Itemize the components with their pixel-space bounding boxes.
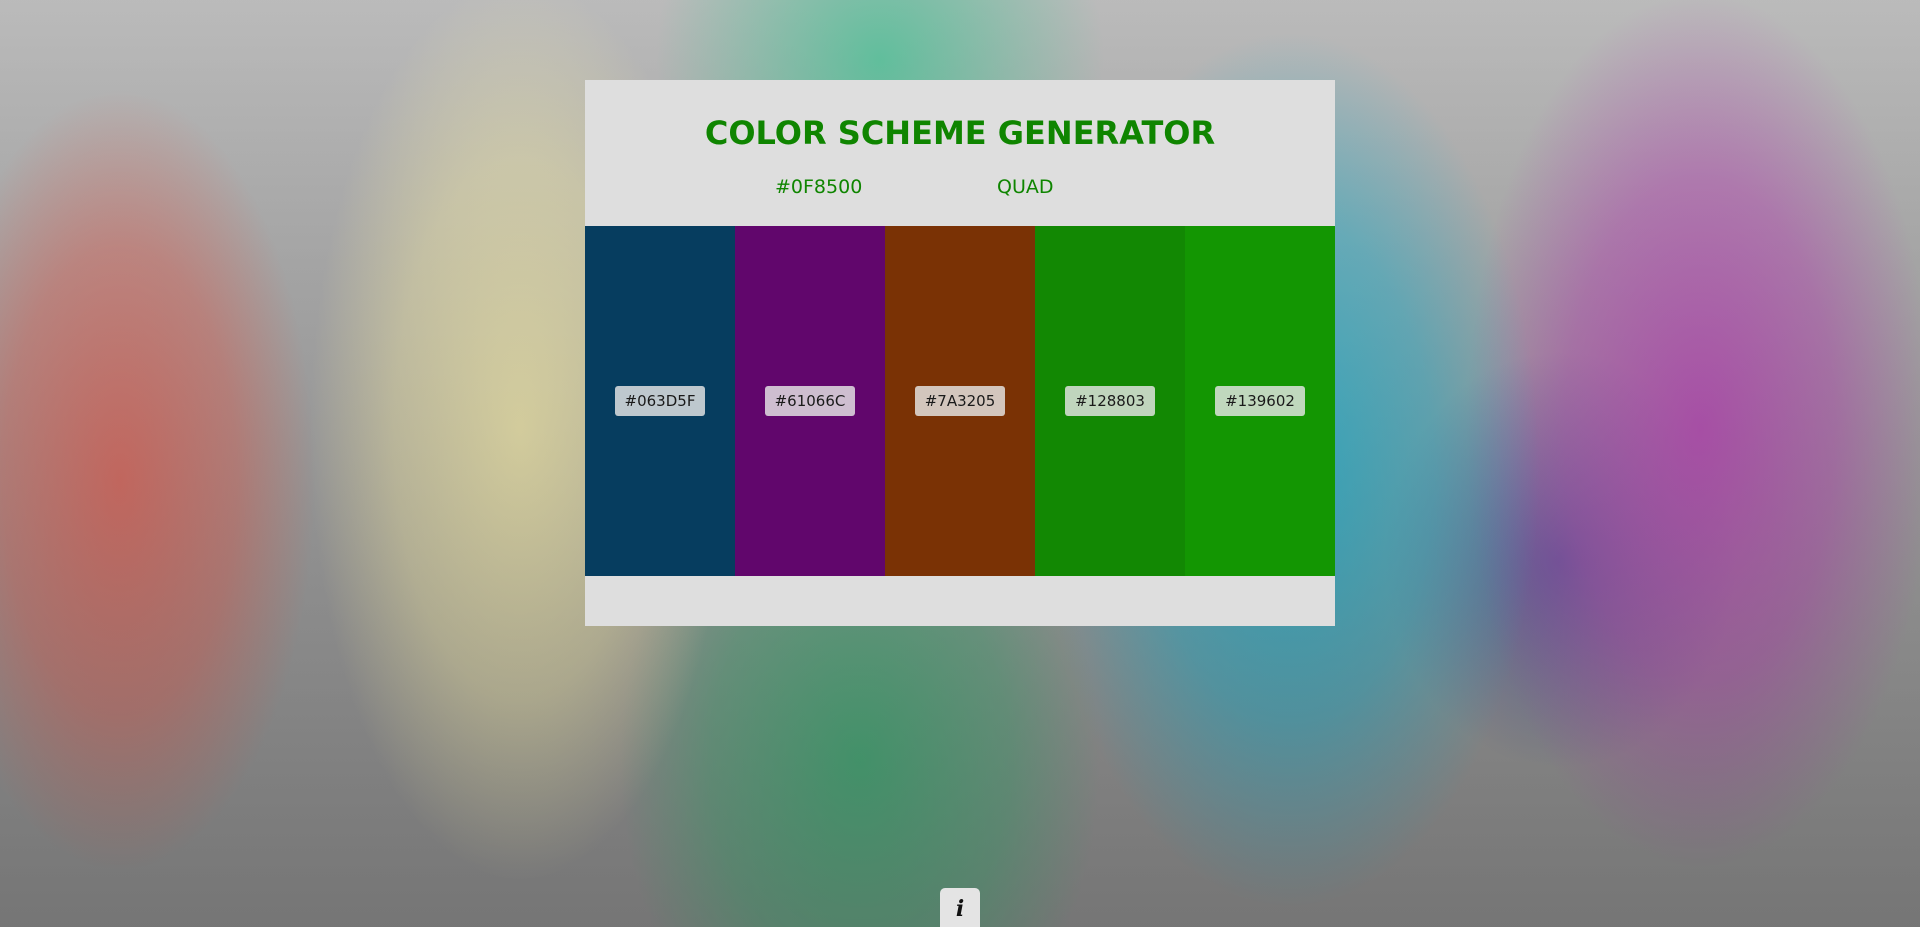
info-button[interactable]: i xyxy=(940,888,980,927)
color-swatch[interactable]: #128803 xyxy=(1035,226,1185,576)
swatch-hex-label[interactable]: #063D5F xyxy=(614,386,706,416)
info-icon: i xyxy=(955,896,965,922)
card-header: COLOR SCHEME GENERATOR #0F8500 QUAD xyxy=(585,80,1335,226)
color-scheme-card: COLOR SCHEME GENERATOR #0F8500 QUAD #063… xyxy=(585,80,1335,626)
scheme-info: #0F8500 QUAD xyxy=(585,176,1335,200)
swatch-hex-label[interactable]: #139602 xyxy=(1215,386,1305,416)
color-swatch[interactable]: #7A3205 xyxy=(885,226,1035,576)
color-swatch[interactable]: #61066C xyxy=(735,226,885,576)
swatch-hex-label[interactable]: #128803 xyxy=(1065,386,1155,416)
color-swatch[interactable]: #139602 xyxy=(1185,226,1335,576)
page-title: COLOR SCHEME GENERATOR xyxy=(704,114,1216,152)
scheme-mode: QUAD xyxy=(997,176,1054,198)
seed-color-hex: #0F8500 xyxy=(775,176,863,198)
swatch-hex-label[interactable]: #61066C xyxy=(764,386,856,416)
swatch-hex-label[interactable]: #7A3205 xyxy=(914,386,1006,416)
color-swatch[interactable]: #063D5F xyxy=(585,226,735,576)
swatch-strip: #063D5F #61066C #7A3205 #128803 #139602 xyxy=(585,226,1335,576)
